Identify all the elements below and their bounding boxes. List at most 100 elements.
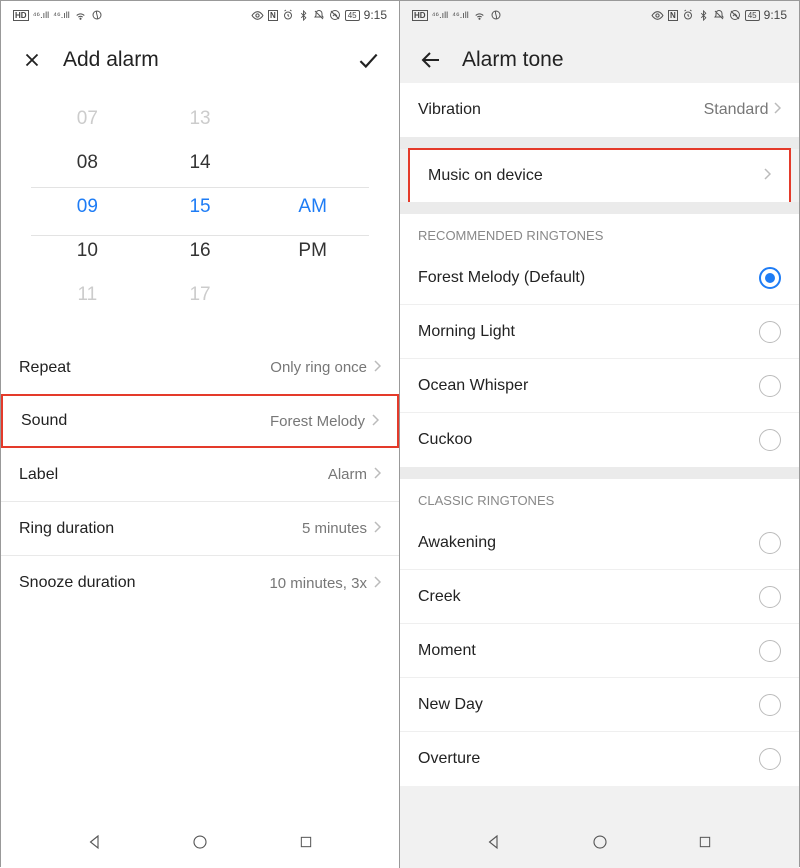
eye-icon bbox=[651, 9, 664, 22]
ringtone-item[interactable]: New Day bbox=[400, 678, 799, 732]
mute-icon bbox=[713, 9, 725, 21]
page-title: Add alarm bbox=[63, 48, 355, 72]
nav-back-icon[interactable] bbox=[83, 830, 107, 854]
label-row[interactable]: Label Alarm bbox=[1, 448, 399, 502]
bluetooth-icon bbox=[698, 10, 709, 21]
nav-bar bbox=[400, 816, 799, 868]
radio-icon[interactable] bbox=[759, 586, 781, 608]
radio-icon[interactable] bbox=[759, 748, 781, 770]
ampm-column[interactable]: AM PM bbox=[256, 105, 369, 309]
label-label: Label bbox=[19, 466, 58, 484]
nav-home-icon[interactable] bbox=[588, 830, 612, 854]
chevron-right-icon bbox=[373, 466, 381, 483]
radio-icon[interactable] bbox=[759, 532, 781, 554]
ringtone-item[interactable]: Ocean Whisper bbox=[400, 359, 799, 413]
phone-alarm-tone: HD ⁴⁶.ıll ⁴⁶.ıll N bbox=[400, 1, 799, 868]
radio-icon[interactable] bbox=[759, 321, 781, 343]
back-icon[interactable] bbox=[418, 47, 444, 73]
chevron-right-icon bbox=[371, 413, 379, 430]
wifi-icon bbox=[74, 9, 87, 22]
label-value: Alarm bbox=[328, 466, 367, 483]
repeat-value: Only ring once bbox=[270, 359, 367, 376]
nav-bar bbox=[1, 816, 399, 868]
battery-icon: 45 bbox=[345, 10, 360, 21]
ringtone-label: Cuckoo bbox=[418, 431, 472, 449]
vibration-value: Standard bbox=[704, 101, 769, 118]
hd-icon: HD bbox=[13, 10, 29, 21]
time-picker[interactable]: 07 08 09 10 11 13 14 15 16 17 AM bbox=[1, 83, 399, 317]
ringtone-item[interactable]: Forest Melody (Default) bbox=[400, 251, 799, 305]
ringtone-item[interactable]: Creek bbox=[400, 570, 799, 624]
chevron-right-icon bbox=[763, 167, 771, 185]
radio-icon[interactable] bbox=[759, 429, 781, 451]
music-label: Music on device bbox=[428, 167, 543, 185]
radio-icon[interactable] bbox=[759, 694, 781, 716]
ringtone-item[interactable]: Cuckoo bbox=[400, 413, 799, 467]
hour-column[interactable]: 07 08 09 10 11 bbox=[31, 105, 144, 309]
header: Alarm tone bbox=[400, 29, 799, 83]
nav-back-icon[interactable] bbox=[482, 830, 506, 854]
ringtone-label: Overture bbox=[418, 750, 480, 768]
eye-icon bbox=[251, 9, 264, 22]
chevron-right-icon bbox=[373, 520, 381, 537]
nav-home-icon[interactable] bbox=[188, 830, 212, 854]
ringtone-label: New Day bbox=[418, 696, 483, 714]
snooze-value: 10 minutes, 3x bbox=[269, 575, 367, 592]
swirl-icon bbox=[91, 9, 103, 21]
nav-recent-icon[interactable] bbox=[693, 830, 717, 854]
hd-icon: HD bbox=[412, 10, 428, 21]
ringtone-label: Forest Melody (Default) bbox=[418, 269, 585, 287]
ring-value: 5 minutes bbox=[302, 520, 367, 537]
ringtone-item[interactable]: Moment bbox=[400, 624, 799, 678]
status-bar: HD ⁴⁶.ıll ⁴⁶.ıll N bbox=[1, 1, 399, 29]
vibration-label: Vibration bbox=[418, 101, 481, 119]
mute-icon bbox=[313, 9, 325, 21]
ringtone-label: Moment bbox=[418, 642, 476, 660]
ringtone-item[interactable]: Overture bbox=[400, 732, 799, 786]
chevron-right-icon bbox=[773, 101, 781, 118]
nfc-icon: N bbox=[668, 10, 678, 21]
signal-icon: ⁴⁶.ıll bbox=[33, 10, 50, 20]
radio-icon[interactable] bbox=[759, 375, 781, 397]
vibration-row[interactable]: Vibration Standard bbox=[400, 83, 799, 137]
radio-icon[interactable] bbox=[759, 640, 781, 662]
phone-add-alarm: HD ⁴⁶.ıll ⁴⁶.ıll N bbox=[1, 1, 400, 868]
alarm-icon bbox=[282, 9, 294, 21]
signal-icon-2: ⁴⁶.ıll bbox=[452, 10, 469, 20]
ring-label: Ring duration bbox=[19, 520, 114, 538]
status-bar: HD ⁴⁶.ıll ⁴⁶.ıll N bbox=[400, 1, 799, 29]
status-time: 9:15 bbox=[764, 8, 787, 22]
ringtone-label: Creek bbox=[418, 588, 461, 606]
page-title: Alarm tone bbox=[462, 48, 781, 72]
radio-icon[interactable] bbox=[759, 267, 781, 289]
sound-label: Sound bbox=[21, 412, 67, 430]
minute-column[interactable]: 13 14 15 16 17 bbox=[144, 105, 257, 309]
ring-duration-row[interactable]: Ring duration 5 minutes bbox=[1, 502, 399, 556]
repeat-label: Repeat bbox=[19, 359, 71, 377]
ringtone-item[interactable]: Awakening bbox=[400, 516, 799, 570]
sound-value: Forest Melody bbox=[270, 413, 365, 430]
close-icon[interactable] bbox=[19, 47, 45, 73]
bluetooth-icon bbox=[298, 10, 309, 21]
swirl-icon bbox=[490, 9, 502, 21]
chevron-right-icon bbox=[373, 575, 381, 592]
chevron-right-icon bbox=[373, 359, 381, 376]
snooze-duration-row[interactable]: Snooze duration 10 minutes, 3x bbox=[1, 556, 399, 610]
battery-icon: 45 bbox=[745, 10, 760, 21]
signal-icon: ⁴⁶.ıll bbox=[432, 10, 449, 20]
ringtone-label: Ocean Whisper bbox=[418, 377, 528, 395]
nfc-icon: N bbox=[268, 10, 278, 21]
ringtone-label: Morning Light bbox=[418, 323, 515, 341]
ringtone-item[interactable]: Morning Light bbox=[400, 305, 799, 359]
confirm-icon[interactable] bbox=[355, 47, 381, 73]
repeat-row[interactable]: Repeat Only ring once bbox=[1, 341, 399, 395]
nav-recent-icon[interactable] bbox=[294, 830, 318, 854]
music-on-device-row[interactable]: Music on device bbox=[408, 148, 791, 202]
sound-row[interactable]: Sound Forest Melody bbox=[1, 394, 399, 448]
snooze-label: Snooze duration bbox=[19, 574, 136, 592]
header: Add alarm bbox=[1, 29, 399, 83]
classic-header: CLASSIC RINGTONES bbox=[400, 479, 799, 516]
status-time: 9:15 bbox=[364, 8, 387, 22]
recommended-header: RECOMMENDED RINGTONES bbox=[400, 214, 799, 251]
signal-icon-2: ⁴⁶.ıll bbox=[53, 10, 70, 20]
